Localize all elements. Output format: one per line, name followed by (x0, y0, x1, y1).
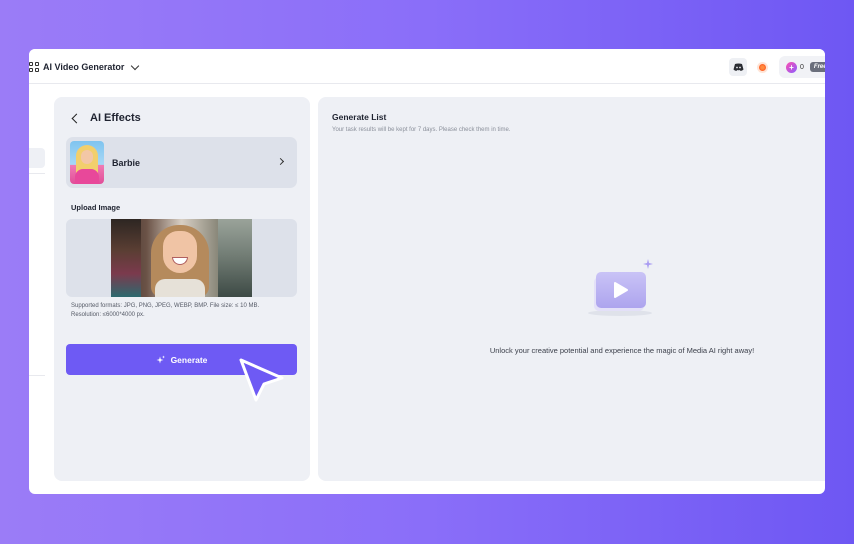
notification-dot-icon (758, 63, 766, 71)
uploaded-photo (111, 219, 252, 297)
pointer-cursor-icon (239, 358, 284, 402)
generate-list-title: Generate List (332, 112, 387, 122)
sidebar-divider (29, 173, 45, 174)
chevron-right-icon (276, 157, 285, 166)
sidebar-active-item[interactable] (29, 148, 45, 168)
ai-effects-panel: AI Effects Barbie Upload Image Supported… (54, 97, 310, 481)
top-bar: AI Video Generator + 0 Free (29, 49, 825, 84)
formats-line: Supported formats: JPG, PNG, JPEG, WEBP,… (71, 303, 260, 309)
supported-formats-text: Supported formats: JPG, PNG, JPEG, WEBP,… (71, 302, 296, 320)
effect-selector[interactable]: Barbie (66, 137, 297, 188)
panel-header: AI Effects (70, 112, 141, 124)
chevron-down-icon (131, 61, 140, 70)
upload-image-area[interactable] (66, 219, 297, 297)
plan-badge: Free (809, 62, 825, 72)
generate-label: Generate (170, 354, 208, 365)
discord-button[interactable] (729, 58, 747, 76)
generate-list-panel: Generate List Your task results will be … (318, 97, 825, 481)
apps-grid-icon (29, 62, 39, 72)
panel-title: AI Effects (90, 112, 141, 124)
app-switcher[interactable]: AI Video Generator (29, 60, 140, 74)
discord-icon (733, 63, 743, 71)
notification-button[interactable] (753, 58, 771, 76)
effect-thumbnail (70, 141, 104, 184)
empty-state-message: Unlock your creative potential and exper… (489, 346, 755, 355)
sidebar-divider (29, 375, 45, 376)
video-placeholder-icon (588, 259, 653, 316)
app-title: AI Video Generator (43, 62, 125, 72)
back-arrow-icon[interactable] (71, 113, 82, 123)
app-window: AI Video Generator + 0 Free AI Effects (29, 49, 825, 494)
generate-list-subtitle: Your task results will be kept for 7 day… (332, 127, 511, 133)
effect-name: Barbie (112, 157, 141, 168)
credit-coin-icon: + (786, 61, 797, 73)
credit-count: 0 (800, 63, 804, 71)
sparkle-icon (156, 355, 165, 363)
resolution-line: Resolution: ≤6000*4000 px. (71, 312, 145, 318)
upload-image-label: Upload Image (71, 203, 121, 212)
credits-display[interactable]: + 0 Free (779, 56, 825, 78)
